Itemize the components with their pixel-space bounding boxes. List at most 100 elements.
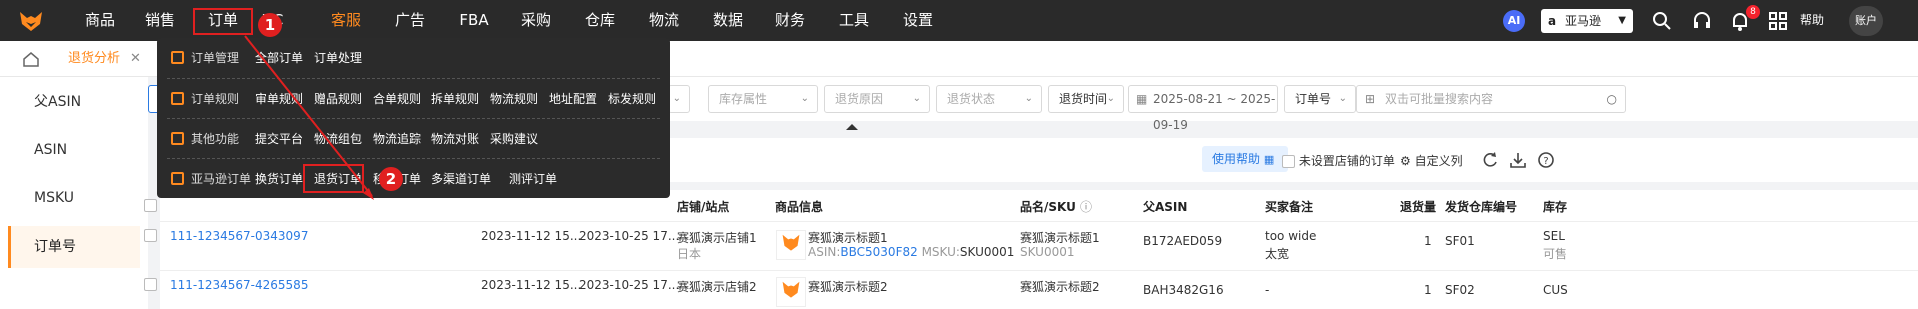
account-avatar[interactable]: 账户 <box>1849 6 1883 36</box>
grid-icon <box>171 132 184 145</box>
nav-fba[interactable]: FBA <box>456 0 492 41</box>
question-icon[interactable]: ? <box>1536 150 1556 170</box>
menu-row-amazon-orders: 亚马逊订单 换货订单 退货订单 移除订单 多渠道订单 测评订单 <box>167 158 660 198</box>
menu-category: 其他功能 <box>171 119 239 159</box>
date-cell: 2023-11-12 15... <box>481 229 582 243</box>
product-thumbnail[interactable] <box>776 277 806 307</box>
caret-down-icon: ⌄ <box>800 93 809 104</box>
nav-data[interactable]: 数据 <box>708 0 748 41</box>
asin-link[interactable]: BBC5030F82 <box>840 245 917 259</box>
search-icon[interactable] <box>1651 10 1673 32</box>
unset-store-filter[interactable]: 未设置店铺的订单 <box>1282 152 1395 169</box>
menu-link-split-rules[interactable]: 拆单规则 <box>431 79 479 119</box>
return-status-select[interactable]: 退货状态 ⌄ <box>936 85 1042 113</box>
fox-logo-icon[interactable] <box>18 8 44 34</box>
nav-tools[interactable]: 工具 <box>834 0 874 41</box>
menu-link-all-orders[interactable]: 全部订单 <box>255 38 303 78</box>
asin-label: ASIN: <box>808 245 841 259</box>
product-thumbnail[interactable] <box>776 230 806 260</box>
help-link[interactable]: 帮助 <box>1800 0 1824 41</box>
nav-sales[interactable]: 销售 <box>140 0 180 41</box>
headset-icon[interactable] <box>1691 10 1713 32</box>
menu-link-gift-rules[interactable]: 赠品规则 <box>314 79 362 119</box>
menu-link-review-rules[interactable]: 审单规则 <box>255 79 303 119</box>
sidebar-item-parent-asin[interactable]: 父ASIN <box>8 81 140 123</box>
nav-products[interactable]: 商品 <box>80 0 120 41</box>
header-name-sku-label: 品名/SKU <box>1020 200 1076 214</box>
nav-ads[interactable]: 广告 <box>392 0 428 41</box>
menu-category-label: 订单管理 <box>191 51 240 65</box>
tab-return-analysis[interactable]: 退货分析 ✕ <box>52 41 141 77</box>
custom-columns-button[interactable]: ⚙ 自定义列 <box>1400 152 1463 169</box>
menu-link-label-rules[interactable]: 标发规则 <box>608 79 656 119</box>
header-store: 店铺/站点 <box>677 200 730 214</box>
select-all-checkbox[interactable] <box>144 199 157 212</box>
return-orders-highlight-box <box>303 164 364 193</box>
menu-link-submit-platform[interactable]: 提交平台 <box>255 119 303 159</box>
home-icon[interactable] <box>22 50 40 68</box>
header-return-qty: 退货量 <box>1400 200 1437 214</box>
custom-columns-label: 自定义列 <box>1414 154 1463 168</box>
marketplace-label: 亚马逊 <box>1565 14 1602 28</box>
name-cell: 赛狐演示标题2 <box>1020 280 1100 294</box>
info-icon[interactable]: ⓘ <box>1080 200 1092 214</box>
nav-purchase[interactable]: 采购 <box>516 0 556 41</box>
order-link[interactable]: 111-1234567-0343097 <box>170 229 308 243</box>
search-field-select[interactable]: 订单号 ⌄ <box>1284 85 1356 113</box>
return-qty-cell: 1 <box>1424 234 1432 248</box>
stock-cell: CUS <box>1543 283 1568 297</box>
nav-customer-service[interactable]: 客服 <box>328 0 364 41</box>
menu-link-logistics-reconcile[interactable]: 物流对账 <box>431 119 479 159</box>
menu-link-multichannel-orders[interactable]: 多渠道订单 <box>431 159 491 199</box>
buyer-note-cell: - <box>1265 283 1270 297</box>
row-checkbox[interactable] <box>144 278 157 291</box>
menu-link-exchange-orders[interactable]: 换货订单 <box>255 159 303 199</box>
top-nav: 商品 销售 订单 VC 客服 广告 FBA 采购 仓库 物流 数据 财务 工具 … <box>0 0 1918 41</box>
checkbox[interactable] <box>1282 155 1295 168</box>
date-range-picker[interactable]: ▦ 2025-08-21 ~ 2025-09-19 <box>1128 85 1278 132</box>
table-row[interactable]: 111-1234567-0343097 2023-11-12 15... 202… <box>144 221 1918 269</box>
header-stock: 库存 <box>1543 200 1568 214</box>
sidebar-item-order-no[interactable]: 订单号 <box>8 226 140 268</box>
menu-link-logistics-packing[interactable]: 物流组包 <box>314 119 362 159</box>
order-link[interactable]: 111-1234567-4265585 <box>170 278 308 292</box>
return-reason-select[interactable]: 退货原因 ⌄ <box>824 85 930 113</box>
msku-label: MSKU: <box>921 245 960 259</box>
table-row[interactable]: 111-1234567-4265585 2023-11-12 15... 202… <box>144 270 1918 309</box>
marketplace-select[interactable]: a 亚马逊 ▼ <box>1541 9 1633 33</box>
time-type-select[interactable]: 退货时间 ⌄ <box>1048 85 1124 113</box>
menu-link-logistics-rules[interactable]: 物流规则 <box>490 79 538 119</box>
caret-down-icon: ⌄ <box>672 93 681 104</box>
row-checkbox[interactable] <box>144 229 157 242</box>
inventory-attr-select[interactable]: 库存属性 ⌄ <box>708 85 818 113</box>
menu-link-logistics-tracking[interactable]: 物流追踪 <box>373 119 421 159</box>
nav-warehouse[interactable]: 仓库 <box>580 0 620 41</box>
help-button[interactable]: 使用帮助 ▦ <box>1202 146 1288 172</box>
menu-link-merge-rules[interactable]: 合单规则 <box>373 79 421 119</box>
search-icon[interactable]: ○ <box>1607 86 1617 112</box>
sidebar-item-asin[interactable]: ASIN <box>8 129 140 171</box>
menu-row-order-management: 订单管理 全部订单 订单处理 <box>167 38 660 78</box>
nav-logistics[interactable]: 物流 <box>644 0 684 41</box>
apps-grid-icon[interactable] <box>1767 10 1789 32</box>
amazon-order-icon <box>171 172 184 185</box>
sidebar-item-msku[interactable]: MSKU <box>8 177 140 219</box>
ai-assistant-icon[interactable]: AI <box>1503 10 1525 32</box>
menu-link-review-orders[interactable]: 测评订单 <box>509 159 557 199</box>
close-icon[interactable]: ✕ <box>130 51 141 66</box>
menu-category: 亚马逊订单 <box>171 159 251 199</box>
search-placeholder: 双击可批量搜索内容 <box>1385 92 1494 106</box>
inventory-attr-placeholder: 库存属性 <box>719 92 768 106</box>
search-input[interactable]: ⊞ 双击可批量搜索内容 ○ <box>1356 85 1626 113</box>
refresh-icon[interactable] <box>1480 150 1500 170</box>
nav-finance[interactable]: 财务 <box>770 0 810 41</box>
menu-link-address-config[interactable]: 地址配置 <box>549 79 597 119</box>
return-reason-placeholder: 退货原因 <box>835 92 884 106</box>
nav-settings[interactable]: 设置 <box>898 0 938 41</box>
menu-link-purchase-suggestion[interactable]: 采购建议 <box>490 119 538 159</box>
notification-badge: 8 <box>1746 5 1760 19</box>
menu-link-order-processing[interactable]: 订单处理 <box>314 38 362 78</box>
site-select[interactable]: ⌄ <box>668 85 690 113</box>
download-icon[interactable] <box>1508 150 1528 170</box>
collapse-arrow-icon[interactable] <box>846 124 858 130</box>
